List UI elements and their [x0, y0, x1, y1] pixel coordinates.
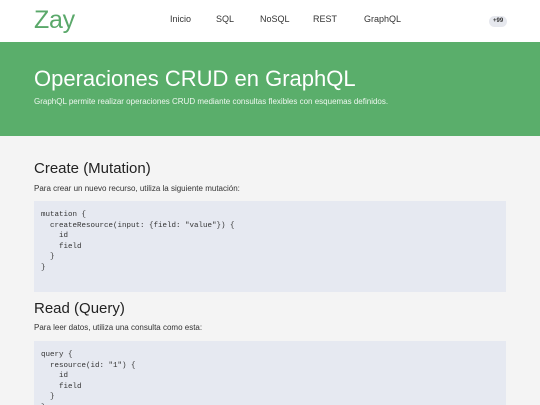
notification-badge[interactable]: +99	[489, 16, 508, 27]
nav-item-inicio[interactable]: Inicio	[170, 14, 191, 24]
section-desc-read: Para leer datos, utiliza una consulta co…	[34, 323, 203, 332]
page-subtitle: GraphQL permite realizar operaciones CRU…	[34, 97, 389, 106]
main-nav: Inicio SQL NoSQL REST GraphQL	[0, 0, 540, 42]
top-navbar: Zay Inicio SQL NoSQL REST GraphQL +99	[0, 0, 540, 42]
section-desc-create: Para crear un nuevo recurso, utiliza la …	[34, 184, 240, 193]
nav-item-nosql[interactable]: NoSQL	[260, 14, 290, 24]
hero-banner: Operaciones CRUD en GraphQL GraphQL perm…	[0, 42, 540, 136]
section-title-create: Create (Mutation)	[34, 160, 151, 177]
code-block-create: mutation { createResource(input: {field:…	[34, 201, 506, 292]
section-title-read: Read (Query)	[34, 300, 125, 317]
nav-item-rest[interactable]: REST	[313, 14, 337, 24]
nav-item-graphql[interactable]: GraphQL	[364, 14, 401, 24]
page-title: Operaciones CRUD en GraphQL	[34, 66, 356, 91]
code-block-read: query { resource(id: "1") { id field } }	[34, 341, 506, 405]
nav-item-sql[interactable]: SQL	[216, 14, 234, 24]
